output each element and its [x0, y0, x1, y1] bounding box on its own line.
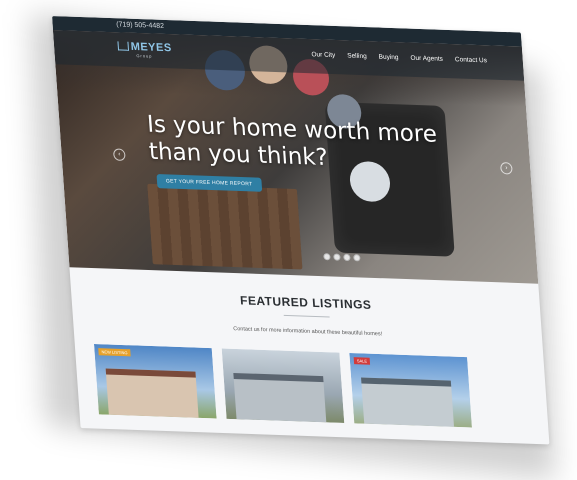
- nav-item-our-city[interactable]: Our City: [311, 51, 335, 59]
- listing-card-3[interactable]: SALE: [349, 352, 472, 428]
- featured-subtitle: Contact us for more information about th…: [233, 326, 383, 338]
- title-divider: [283, 314, 330, 318]
- slide-dot-3[interactable]: [343, 253, 351, 262]
- nav-item-buying[interactable]: Buying: [378, 54, 398, 62]
- slide-dot-4[interactable]: [353, 254, 361, 262]
- house-icon: [117, 41, 130, 51]
- slide-dot-1[interactable]: [323, 253, 331, 261]
- hero-section: MEYES Group Our City Selling Buying Our …: [52, 30, 539, 284]
- next-slide-icon[interactable]: ›: [499, 162, 513, 175]
- slider-dots: [323, 253, 361, 262]
- listing-house-2: [233, 372, 327, 423]
- featured-title: FEATURED LISTINGS: [239, 293, 372, 312]
- listing-badge-3: SALE: [353, 357, 371, 365]
- phone-number[interactable]: (719) 505-4482: [116, 21, 164, 30]
- listing-card-2[interactable]: [221, 348, 345, 423]
- hero-headline: Is your home worth more than you think?: [146, 112, 440, 176]
- nav-item-our-agents[interactable]: Our Agents: [410, 55, 443, 63]
- nav-menu: Our City Selling Buying Our Agents Conta…: [311, 51, 487, 64]
- nav-item-selling[interactable]: Selling: [347, 52, 367, 60]
- hero-table: [147, 183, 303, 270]
- listing-badge-1: NEW LISTING: [98, 348, 131, 357]
- prev-slide-icon[interactable]: ‹: [112, 148, 126, 161]
- nav-item-contact-us[interactable]: Contact Us: [455, 56, 488, 64]
- listing-house-3: [361, 377, 455, 427]
- site-logo[interactable]: MEYES Group: [117, 40, 172, 59]
- listing-card-1[interactable]: NEW LISTING: [94, 344, 217, 419]
- slide-dot-2[interactable]: [333, 253, 341, 261]
- listing-house-1: [105, 368, 199, 418]
- listing-cards: NEW LISTING SALE: [94, 344, 472, 428]
